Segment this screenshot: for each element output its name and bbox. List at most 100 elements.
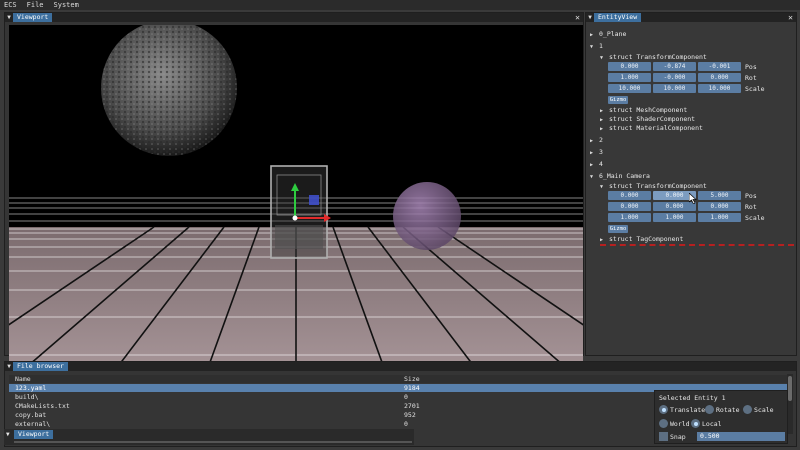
snap-value-input[interactable]: 0.500 xyxy=(697,432,785,441)
docked-viewport-scrollbar[interactable] xyxy=(14,441,412,443)
component-label: struct ShaderComponent xyxy=(609,115,696,123)
scale-y-field[interactable]: 10.000 xyxy=(653,84,696,93)
camera-pos-z-field[interactable]: 5.000 xyxy=(698,191,741,200)
collapse-arrow-icon[interactable]: ▼ xyxy=(600,184,609,190)
viewport-titlebar[interactable]: ▼ Viewport ✕ xyxy=(5,13,583,22)
file-browser-tab[interactable]: File browser xyxy=(13,362,68,371)
viewport-tab[interactable]: Viewport xyxy=(13,13,53,22)
camera-transform-node[interactable]: ▼ struct TransformComponent xyxy=(600,182,707,190)
expand-arrow-icon[interactable]: ▶ xyxy=(590,150,599,156)
entity-node-2[interactable]: ▶ 2 xyxy=(590,136,603,144)
component-label: struct MaterialComponent xyxy=(609,124,703,132)
rot-y-field[interactable]: -0.000 xyxy=(653,73,696,82)
expand-arrow-icon[interactable]: ▶ xyxy=(600,126,609,132)
menu-system[interactable]: System xyxy=(54,1,79,9)
tag-component-node[interactable]: ▶ struct TagComponent xyxy=(600,235,683,243)
collapse-arrow-icon[interactable]: ▼ xyxy=(6,431,10,438)
entity-node-0[interactable]: ▶ 0_Plane xyxy=(590,30,626,38)
file-size: 9184 xyxy=(404,384,420,392)
snap-label: Snap xyxy=(670,433,686,441)
mode-translate-radio[interactable]: Translate xyxy=(659,405,705,414)
rot-x-field[interactable]: 1.000 xyxy=(608,73,651,82)
scrollbar-thumb[interactable] xyxy=(788,376,792,401)
gizmo-button[interactable]: Gizmo xyxy=(608,96,628,104)
rot-label: Rot xyxy=(745,203,757,211)
pos-x-field[interactable]: 0.000 xyxy=(608,62,651,71)
expand-arrow-icon[interactable]: ▶ xyxy=(590,138,599,144)
scale-label: Scale xyxy=(745,214,765,222)
column-name-header[interactable]: Name xyxy=(15,375,31,383)
entity-node-4[interactable]: ▶ 4 xyxy=(590,160,603,168)
collapse-arrow-icon[interactable]: ▼ xyxy=(5,14,13,21)
collapse-arrow-icon[interactable]: ▼ xyxy=(590,174,599,180)
camera-scale-z-field[interactable]: 1.000 xyxy=(698,213,741,222)
docked-viewport-tab[interactable]: Viewport xyxy=(14,430,54,439)
scale-label: Scale xyxy=(745,85,765,93)
file-browser-titlebar[interactable]: ▼ File browser xyxy=(5,362,796,371)
file-size: 0 xyxy=(404,420,408,428)
shader-component-node[interactable]: ▶ struct ShaderComponent xyxy=(600,115,695,123)
collapse-arrow-icon[interactable]: ▼ xyxy=(586,14,594,21)
file-name: 123.yaml xyxy=(15,384,47,392)
entity-label: 2 xyxy=(599,136,603,144)
rot-z-field[interactable]: 0.000 xyxy=(698,73,741,82)
camera-rot-z-field[interactable]: 0.000 xyxy=(698,202,741,211)
collapse-arrow-icon[interactable]: ▼ xyxy=(5,363,13,370)
mode-scale-radio[interactable]: Scale xyxy=(743,405,774,414)
camera-rot-x-field[interactable]: 0.000 xyxy=(608,202,651,211)
entity-node-1[interactable]: ▼ 1 xyxy=(590,42,603,50)
camera-pos-x-field[interactable]: 0.000 xyxy=(608,191,651,200)
snap-checkbox[interactable] xyxy=(659,432,668,441)
space-local-radio[interactable]: Local xyxy=(691,419,722,428)
close-icon[interactable]: ✕ xyxy=(788,13,793,22)
radio-off-icon xyxy=(743,405,752,414)
mouse-cursor-icon xyxy=(689,193,697,204)
file-table-header: Name Size xyxy=(9,375,789,383)
space-label: World xyxy=(670,419,690,428)
scale-x-field[interactable]: 10.000 xyxy=(608,84,651,93)
entity-view-tab[interactable]: EntityView xyxy=(594,13,642,22)
entity-node-main-camera[interactable]: ▼ 6_Main Camera xyxy=(590,172,650,180)
viewport-window: ▼ Viewport ✕ xyxy=(4,12,584,365)
entity-view-titlebar[interactable]: ▼ EntityView ✕ xyxy=(586,13,796,22)
file-size: 952 xyxy=(404,411,416,419)
column-size-header[interactable]: Size xyxy=(404,375,420,383)
entity-label: 3 xyxy=(599,148,603,156)
scale-z-field[interactable]: 10.000 xyxy=(698,84,741,93)
component-label: struct TransformComponent xyxy=(609,182,707,190)
purple-sphere xyxy=(393,182,461,250)
entity-view-window: ▼ EntityView ✕ ▶ 0_Plane ▼ 1 ▼ struct Trans… xyxy=(585,12,797,356)
radio-on-icon xyxy=(691,419,700,428)
expand-arrow-icon[interactable]: ▶ xyxy=(590,32,599,38)
close-icon[interactable]: ✕ xyxy=(575,13,580,22)
mesh-component-node[interactable]: ▶ struct MeshComponent xyxy=(600,106,687,114)
expand-arrow-icon[interactable]: ▶ xyxy=(590,162,599,168)
expand-arrow-icon[interactable]: ▶ xyxy=(600,237,609,243)
pos-y-field[interactable]: -0.874 xyxy=(653,62,696,71)
space-label: Local xyxy=(702,419,722,428)
entity-node-3[interactable]: ▶ 3 xyxy=(590,148,603,156)
mode-label: Rotate xyxy=(716,405,740,414)
menu-ecs[interactable]: ECS xyxy=(4,1,17,9)
camera-scale-y-field[interactable]: 1.000 xyxy=(653,213,696,222)
pos-z-field[interactable]: -0.001 xyxy=(698,62,741,71)
expand-arrow-icon[interactable]: ▶ xyxy=(600,108,609,114)
scene-render xyxy=(9,25,583,365)
expand-arrow-icon[interactable]: ▶ xyxy=(600,117,609,123)
viewport-canvas[interactable] xyxy=(9,25,583,365)
collapse-arrow-icon[interactable]: ▼ xyxy=(590,44,599,50)
space-world-radio[interactable]: World xyxy=(659,419,690,428)
rot-label: Rot xyxy=(745,74,757,82)
file-name: copy.bat xyxy=(15,411,47,419)
mode-rotate-radio[interactable]: Rotate xyxy=(705,405,739,414)
material-component-node[interactable]: ▶ struct MaterialComponent xyxy=(600,124,703,132)
camera-gizmo-button[interactable]: Gizmo xyxy=(608,225,628,233)
file-size: 2701 xyxy=(404,402,420,410)
component-label: struct TransformComponent xyxy=(609,53,707,61)
camera-scale-x-field[interactable]: 1.000 xyxy=(608,213,651,222)
transform-component-node[interactable]: ▼ struct TransformComponent xyxy=(600,53,707,61)
collapse-arrow-icon[interactable]: ▼ xyxy=(600,55,609,61)
menu-file[interactable]: File xyxy=(27,1,44,9)
component-label: struct MeshComponent xyxy=(609,106,688,114)
pos-label: Pos xyxy=(745,192,757,200)
